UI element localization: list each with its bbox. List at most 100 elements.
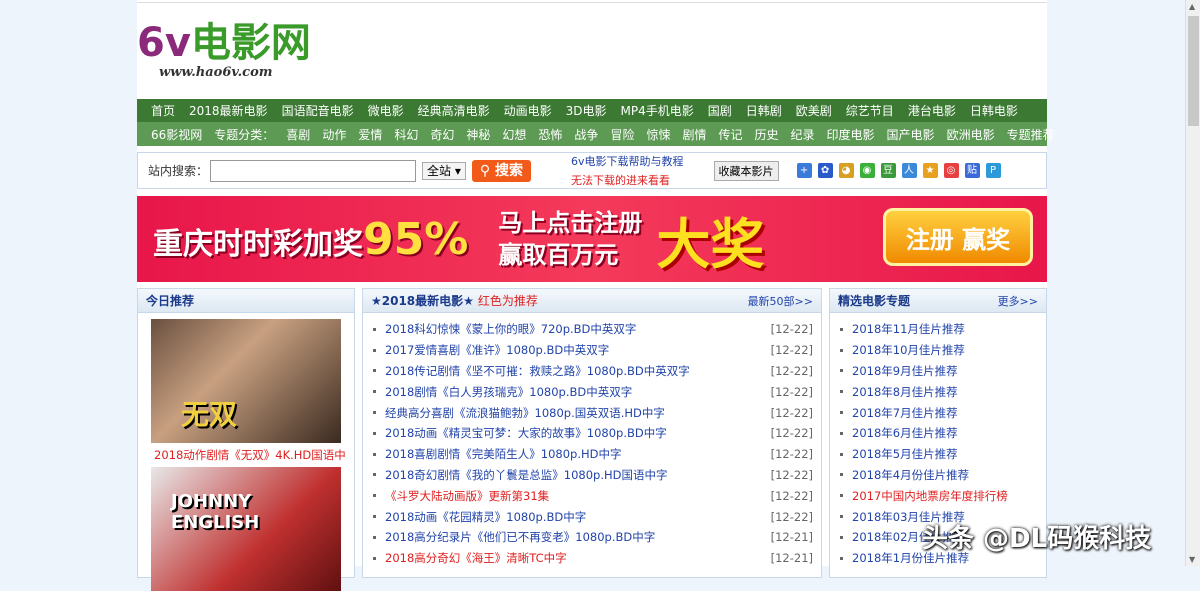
qzone-icon[interactable]: ★	[922, 163, 938, 178]
category-item[interactable]: 纪录	[791, 126, 815, 143]
item-link[interactable]: 2017中国内地票房年度排行榜	[852, 488, 1008, 504]
tieba-icon[interactable]: 贴	[964, 163, 980, 178]
category-item[interactable]: 惊悚	[646, 126, 670, 143]
item-link[interactable]: 2018剧情《白人男孩瑞克》1080p.BD中英双字	[385, 384, 632, 400]
item-link[interactable]: 经典高分喜剧《流浪猫鲍勃》1080p.国英双语.HD中字	[385, 405, 665, 421]
list-item: 经典高分喜剧《流浪猫鲍勃》1080p.国英双语.HD中字 [12-22]	[373, 402, 813, 423]
category-item[interactable]: 幻想	[502, 126, 526, 143]
category-item[interactable]: 神秘	[466, 126, 490, 143]
list-item: 2018年5月佳片推荐	[840, 444, 1038, 465]
douban-icon[interactable]: 豆	[880, 163, 896, 178]
list-item: 2018动画《花园精灵》1080p.BD中字 [12-22]	[373, 506, 813, 527]
pengyou-icon[interactable]: P	[985, 163, 1001, 178]
nav-item[interactable]: 微电影	[368, 102, 404, 119]
nav-item[interactable]: 3D电影	[566, 102, 607, 119]
item-link[interactable]: 2018高分纪录片《他们已不再变老》1080p.BD中字	[385, 529, 655, 545]
item-link[interactable]: 2018年6月佳片推荐	[852, 425, 958, 441]
scrollbar-thumb[interactable]	[1188, 16, 1199, 126]
nav-item[interactable]: 综艺节目	[846, 102, 894, 119]
category-item[interactable]: 传记	[718, 126, 742, 143]
nav-item[interactable]: 欧美剧	[796, 102, 832, 119]
nav-site-link[interactable]: 66影视网	[151, 126, 202, 143]
scope-select[interactable]: 全站 ▾	[422, 161, 466, 180]
item-date: [12-21]	[770, 530, 813, 545]
nav-item[interactable]: 日韩剧	[746, 102, 782, 119]
category-item[interactable]: 奇幻	[430, 126, 454, 143]
ad-banner[interactable]: 重庆时时彩加奖95% 马上点击注册 赢取百万元 大奖 注册 赢奖	[137, 196, 1047, 282]
nav-item[interactable]: 2018最新电影	[189, 102, 268, 119]
nav-item[interactable]: 经典高清电影	[418, 102, 490, 119]
item-link[interactable]: 2018年4月份佳片推荐	[852, 467, 969, 483]
item-link[interactable]: 2018年5月佳片推荐	[852, 446, 958, 462]
poster-johnny-english[interactable]: JOHNNY ENGLISH	[151, 467, 341, 591]
category-item[interactable]: 国产电影	[887, 126, 935, 143]
baidu-icon[interactable]: ✿	[817, 163, 833, 178]
search-input[interactable]	[210, 159, 417, 182]
list-item: 2018剧情《白人男孩瑞克》1080p.BD中英双字 [12-22]	[373, 381, 813, 402]
item-link[interactable]: 2018高分奇幻《海王》清晰TC中字	[385, 550, 567, 566]
help-red-link[interactable]: 无法下载的进来看看	[571, 172, 684, 188]
item-link[interactable]: 2018动画《精灵宝可梦：大家的故事》1080p.BD中字	[385, 425, 667, 441]
category-item[interactable]: 欧洲电影	[947, 126, 995, 143]
favorite-button[interactable]: 收藏本影片	[713, 160, 779, 181]
category-item[interactable]: 战争	[574, 126, 598, 143]
banner-text-3: 大奖	[656, 212, 765, 276]
item-date: [12-22]	[770, 405, 813, 420]
category-item[interactable]: 剧情	[682, 126, 706, 143]
scroll-down-icon[interactable]: ▼	[1189, 555, 1195, 564]
item-link[interactable]: 2018年11月佳片推荐	[852, 321, 965, 337]
nav-item[interactable]: 首页	[151, 102, 175, 119]
latest-title: ★2018最新电影★	[371, 294, 474, 308]
nav-item[interactable]: 国语配音电影	[282, 102, 354, 119]
category-item[interactable]: 历史	[755, 126, 779, 143]
wechat-icon[interactable]: ◉	[859, 163, 875, 178]
search-button[interactable]: ⚲ 搜索	[471, 159, 532, 182]
item-link[interactable]: 2018年7月佳片推荐	[852, 405, 958, 421]
category-label: 专题分类：	[214, 127, 275, 142]
qq-icon[interactable]: ◕	[838, 163, 854, 178]
site-logo[interactable]: 6v电影网 www.hao6v.com	[137, 8, 327, 92]
item-link[interactable]: 《斗罗大陆动画版》更新第31集	[385, 488, 549, 504]
category-item[interactable]: 科幻	[394, 126, 418, 143]
item-date: [12-22]	[770, 488, 813, 503]
item-date: [12-22]	[770, 343, 813, 358]
nav-item[interactable]: MP4手机电影	[621, 102, 694, 119]
item-link[interactable]: 2017爱情喜剧《准许》1080p.BD中英双字	[385, 342, 609, 358]
item-link[interactable]: 2018年10月佳片推荐	[852, 342, 965, 358]
item-link[interactable]: 2018年8月佳片推荐	[852, 384, 958, 400]
category-item[interactable]: 爱情	[358, 126, 382, 143]
weibo-icon[interactable]: ◎	[943, 163, 959, 178]
category-item[interactable]: 恐怖	[538, 126, 562, 143]
category-item[interactable]: 专题推荐	[1007, 126, 1055, 143]
item-link[interactable]: 2018奇幻剧情《我的丫鬟是总监》1080p.HD国语中字	[385, 467, 668, 483]
item-link[interactable]: 2018喜剧剧情《完美陌生人》1080p.HD中字	[385, 446, 622, 462]
category-item[interactable]: 喜剧	[286, 126, 310, 143]
latest-more-link[interactable]: 最新50部>>	[748, 293, 813, 309]
item-date: [12-22]	[770, 447, 813, 462]
category-item[interactable]: 印度电影	[827, 126, 875, 143]
banner-text-2: 马上点击注册 赢取百万元	[498, 209, 643, 269]
item-date: [12-21]	[770, 551, 813, 566]
help-link[interactable]: 6v电影下载帮助与教程	[571, 153, 684, 169]
topics-more-link[interactable]: 更多>>	[998, 293, 1038, 309]
category-item[interactable]: 冒险	[610, 126, 634, 143]
nav-item[interactable]: 动画电影	[504, 102, 552, 119]
nav-item[interactable]: 港台电影	[908, 102, 956, 119]
nav-item[interactable]: 日韩电影	[970, 102, 1018, 119]
item-link[interactable]: 2018传记剧情《坚不可摧：救赎之路》1080p.BD中英双字	[385, 363, 690, 379]
banner-register-button[interactable]: 注册 赢奖	[883, 208, 1033, 266]
nav-item[interactable]: 国剧	[708, 102, 732, 119]
category-item[interactable]: 动作	[322, 126, 346, 143]
poster-caption[interactable]: 2018动作剧情《无双》4K.HD国语中	[138, 443, 354, 463]
plus-icon[interactable]: +	[796, 163, 812, 178]
scrollbar[interactable]: ▲ ▼	[1185, 0, 1200, 566]
item-link[interactable]: 2018年9月佳片推荐	[852, 363, 958, 379]
renren-icon[interactable]: 人	[901, 163, 917, 178]
logo-url: www.hao6v.com	[159, 64, 273, 80]
search-bar: 站内搜索： 全站 ▾ ⚲ 搜索 6v电影下载帮助与教程 无法下载的进来看看 收藏…	[137, 152, 1047, 189]
poster-wushuang[interactable]: 无双	[151, 319, 341, 443]
item-link[interactable]: 2018科幻惊悚《蒙上你的眼》720p.BD中英双字	[385, 321, 636, 337]
scroll-up-icon[interactable]: ▲	[1189, 2, 1195, 11]
list-item: 《斗罗大陆动画版》更新第31集 [12-22]	[373, 485, 813, 506]
item-link[interactable]: 2018动画《花园精灵》1080p.BD中字	[385, 509, 586, 525]
